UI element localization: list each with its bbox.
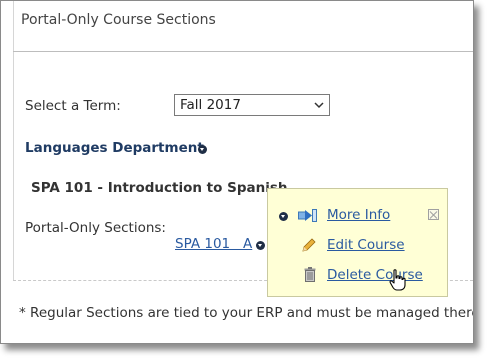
department-heading: Languages Department: [25, 140, 204, 156]
portal-course-sections-panel: Portal-Only Course Sections Select a Ter…: [0, 0, 474, 344]
panel-title: Portal-Only Course Sections: [21, 12, 216, 28]
section-menu-icon[interactable]: [256, 241, 265, 250]
section-link[interactable]: SPA 101 A: [175, 236, 252, 252]
term-label: Select a Term:: [25, 98, 121, 114]
edit-course-link[interactable]: Edit Course: [327, 237, 405, 253]
hand-cursor-icon: [389, 269, 406, 291]
more-info-arrow-icon: [298, 209, 317, 222]
title-divider: [13, 51, 473, 52]
close-icon[interactable]: [428, 209, 439, 220]
course-title: SPA 101 - Introduction to Spanish: [31, 180, 288, 196]
section-action-popup: More Info Edit Course Delete Course: [267, 188, 448, 297]
popup-collapse-icon[interactable]: [279, 212, 288, 221]
chevron-down-icon: [314, 102, 324, 109]
department-expand-icon[interactable]: [198, 145, 207, 154]
footnote: * Regular Sections are tied to your ERP …: [19, 305, 474, 321]
pencil-icon: [302, 238, 316, 252]
portal-sections-label: Portal-Only Sections:: [25, 220, 166, 236]
more-info-link[interactable]: More Info: [327, 207, 390, 223]
term-selected-value: Fall 2017: [180, 97, 241, 113]
delete-course-link[interactable]: Delete Course: [327, 267, 423, 283]
left-divider: [13, 1, 14, 281]
trash-icon: [304, 267, 316, 282]
term-select[interactable]: Fall 2017: [174, 94, 330, 116]
